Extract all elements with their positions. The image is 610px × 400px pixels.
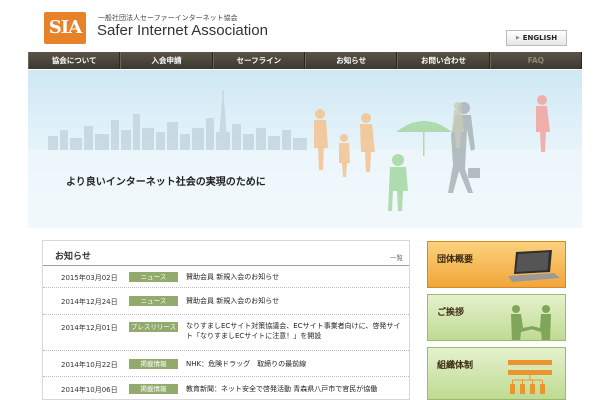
news-title: お知らせ bbox=[55, 252, 91, 262]
news-text[interactable]: 教育新聞：ネット安全で啓発活動 青森県八戸市で官民が協働 bbox=[186, 384, 401, 394]
news-tag: 掲載情報 bbox=[129, 359, 178, 369]
hero-banner: より良いインターネット社会の実現のために bbox=[28, 70, 582, 228]
news-tag: プレスリリース bbox=[129, 322, 178, 332]
news-tag: 掲載情報 bbox=[129, 384, 178, 394]
news-date: 2014年12月24日 bbox=[61, 298, 118, 306]
logo[interactable]: SIA bbox=[44, 12, 86, 44]
nav-faq[interactable]: FAQ bbox=[489, 52, 582, 69]
news-header: お知らせ 一覧 bbox=[43, 241, 409, 266]
org-name-en: Safer Internet Association bbox=[97, 22, 268, 39]
handshake-icon bbox=[511, 305, 551, 340]
header: SIA 一般社団法人セーファーインターネット協会 Safer Internet … bbox=[0, 0, 610, 52]
nav-membership[interactable]: 入会申請 bbox=[120, 52, 213, 69]
news-item[interactable]: 2014年10月22日 掲載情報 NHK：危険ドラッグ 取締りの最前線 bbox=[43, 351, 409, 377]
nav-news[interactable]: お知らせ bbox=[304, 52, 398, 69]
hero-tagline: より良いインターネット社会の実現のために bbox=[66, 177, 266, 188]
news-panel: お知らせ 一覧 2015年03月02日 ニュース 賛助会員 新規入会のお知らせ … bbox=[42, 240, 410, 400]
news-text[interactable]: NHK：危険ドラッグ 取締りの最前線 bbox=[186, 359, 401, 369]
news-text[interactable]: 賛助会員 新規入会のお知らせ bbox=[186, 272, 401, 282]
news-tag: ニュース bbox=[129, 296, 178, 306]
sidebar-card-greeting[interactable]: ご挨拶 bbox=[427, 294, 566, 341]
news-list-link[interactable]: 一覧 bbox=[390, 252, 403, 262]
news-tag: ニュース bbox=[129, 272, 178, 282]
news-text[interactable]: なりすましECサイト対策協議会、ECサイト事業者向けに、啓発サイト「なりすましE… bbox=[186, 321, 401, 341]
sidebar-card-label: 組織体制 bbox=[437, 361, 474, 371]
news-item[interactable]: 2014年12月01日 プレスリリース なりすましECサイト対策協議会、ECサイ… bbox=[43, 315, 409, 351]
arrow-right-icon: ▶ bbox=[515, 35, 520, 41]
org-chart-icon bbox=[508, 360, 552, 394]
news-item[interactable]: 2015年03月02日 ニュース 賛助会員 新規入会のお知らせ bbox=[43, 266, 409, 288]
hero-illustration bbox=[28, 90, 582, 228]
laptop-icon bbox=[508, 250, 560, 282]
sidebar-card-label: ご挨拶 bbox=[437, 308, 465, 318]
english-button-label: ENGLISH bbox=[522, 34, 558, 42]
news-date: 2014年10月06日 bbox=[61, 386, 118, 394]
main-nav: 協会について 入会申請 セーフライン お知らせ お問い合わせ FAQ bbox=[28, 52, 582, 69]
news-date: 2014年10月22日 bbox=[61, 361, 118, 369]
nav-about[interactable]: 協会について bbox=[28, 52, 121, 69]
news-item[interactable]: 2014年12月24日 ニュース 賛助会員 新規入会のお知らせ bbox=[43, 288, 409, 315]
news-item[interactable]: 2014年10月06日 掲載情報 教育新聞：ネット安全で啓発活動 青森県八戸市で… bbox=[43, 377, 409, 399]
sidebar-card-overview[interactable]: 団体概要 bbox=[427, 241, 566, 288]
page: SIA 一般社団法人セーファーインターネット協会 Safer Internet … bbox=[0, 0, 610, 400]
english-button[interactable]: ▶ ENGLISH bbox=[506, 30, 567, 46]
nav-contact[interactable]: お問い合わせ bbox=[397, 52, 490, 69]
news-date: 2014年12月01日 bbox=[61, 324, 118, 332]
news-text[interactable]: 賛助会員 新規入会のお知らせ bbox=[186, 296, 401, 306]
sidebar-card-organization[interactable]: 組織体制 bbox=[427, 347, 566, 400]
nav-safeline[interactable]: セーフライン bbox=[212, 52, 305, 69]
sidebar-card-label: 団体概要 bbox=[437, 255, 474, 265]
news-date: 2015年03月02日 bbox=[61, 274, 118, 282]
